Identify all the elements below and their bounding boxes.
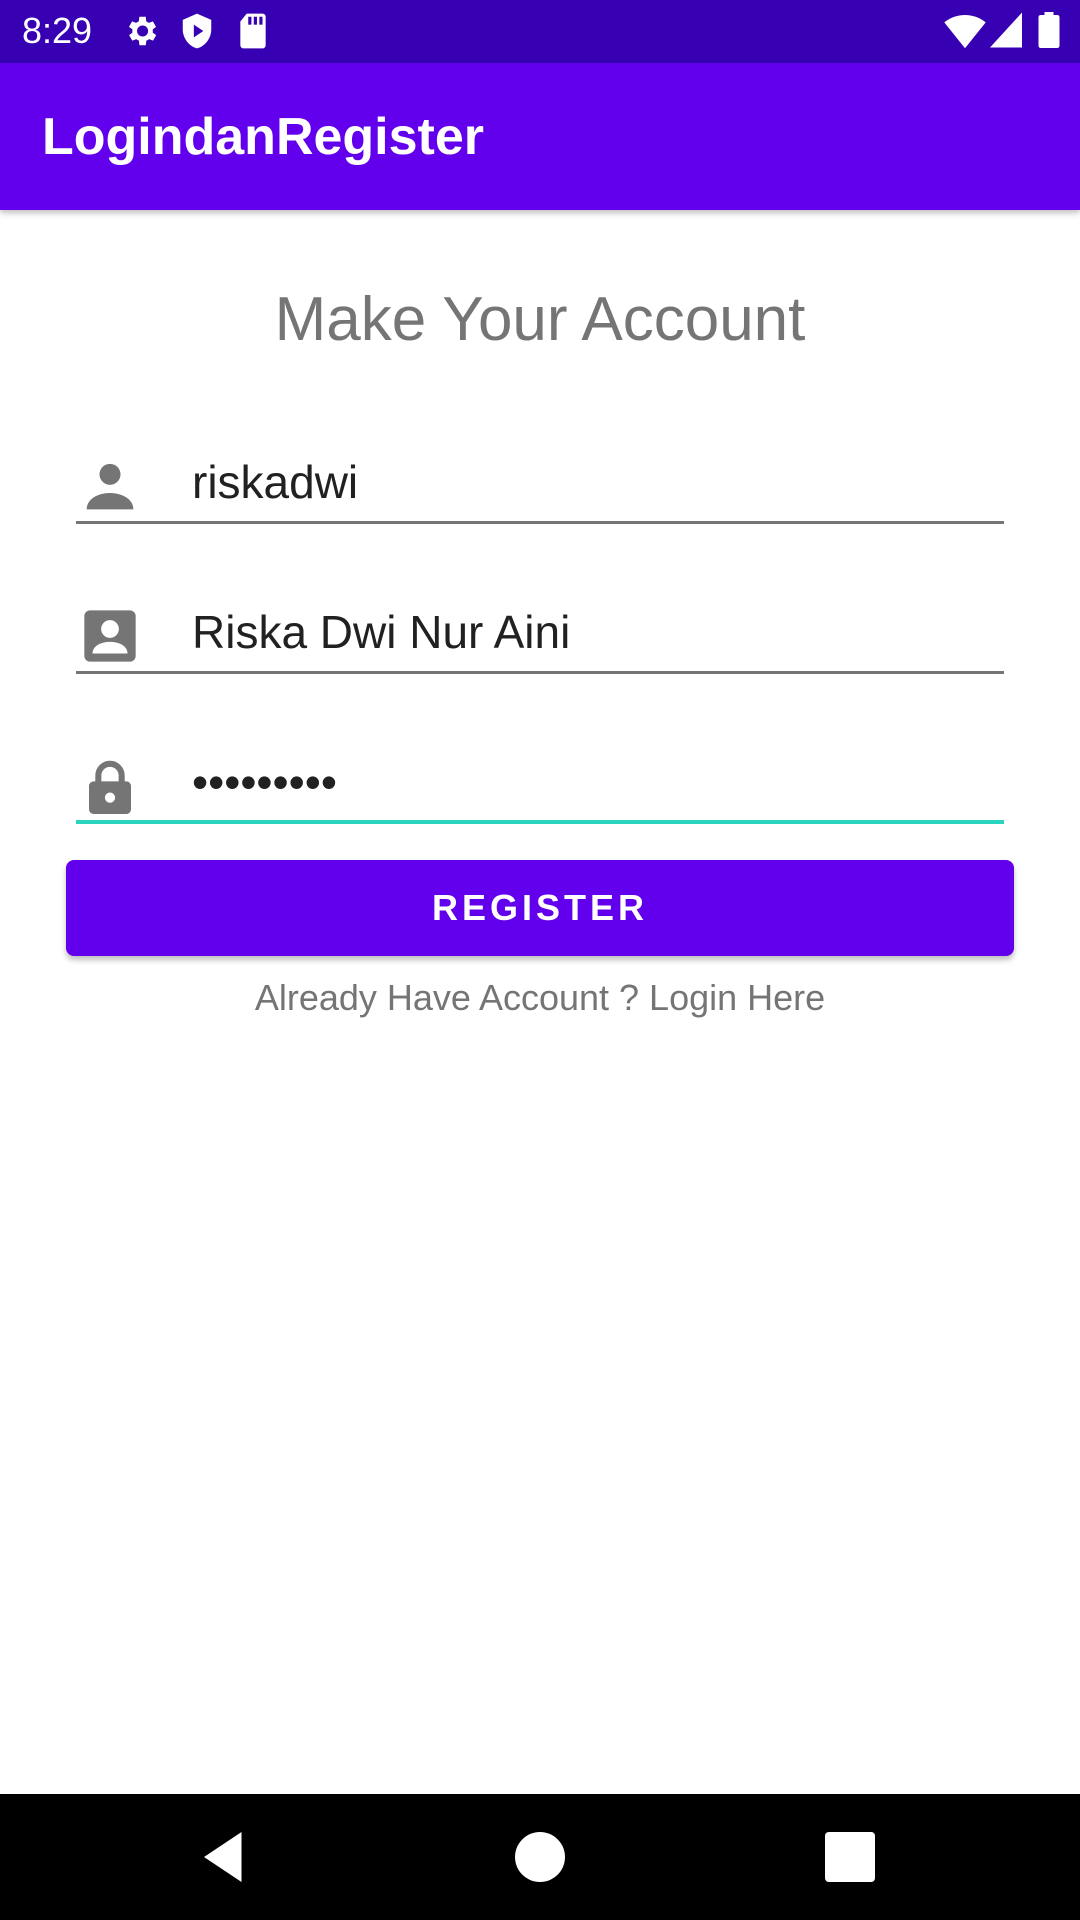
fullname-input[interactable] xyxy=(192,594,992,670)
signal-icon xyxy=(990,12,1022,48)
gear-icon xyxy=(128,16,157,46)
password-input[interactable] xyxy=(192,744,992,820)
contact-card-icon xyxy=(84,610,136,662)
fullname-field[interactable] xyxy=(76,594,1004,674)
register-button[interactable]: REGISTER xyxy=(66,860,1014,956)
password-underline xyxy=(76,820,1004,824)
recents-icon[interactable] xyxy=(820,1827,880,1887)
shield-play-icon xyxy=(182,13,212,49)
sd-card-icon xyxy=(240,13,266,49)
app-title: LogindanRegister xyxy=(42,108,485,166)
navigation-bar xyxy=(0,1794,1080,1920)
username-field[interactable] xyxy=(76,444,1004,524)
username-input[interactable] xyxy=(192,444,992,520)
login-link[interactable]: Already Have Account ? Login Here xyxy=(0,976,1080,1020)
lock-icon xyxy=(89,760,131,814)
fullname-underline xyxy=(76,671,1004,674)
username-underline xyxy=(76,521,1004,524)
status-bar: 8:29 xyxy=(0,0,1080,63)
person-icon xyxy=(86,463,134,510)
page-title: Make Your Account xyxy=(274,285,806,354)
battery-icon xyxy=(1038,12,1060,48)
password-field[interactable] xyxy=(76,744,1004,824)
back-icon[interactable] xyxy=(194,1827,254,1887)
status-time: 8:29 xyxy=(22,10,93,51)
home-icon[interactable] xyxy=(510,1827,570,1887)
app-bar: LogindanRegister xyxy=(0,63,1080,210)
wifi-icon xyxy=(944,14,986,49)
